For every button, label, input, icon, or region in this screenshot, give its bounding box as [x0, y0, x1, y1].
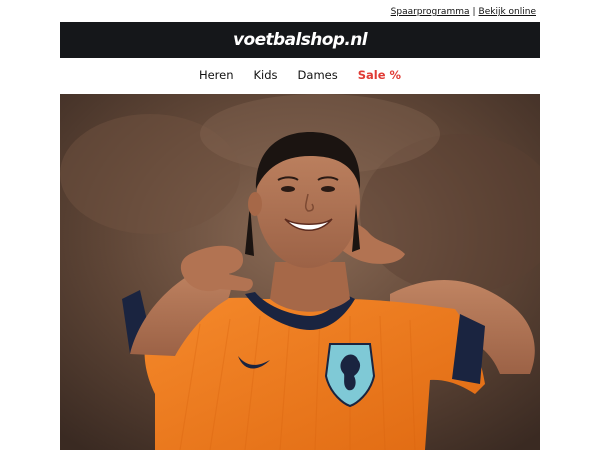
- nav-item-sale[interactable]: Sale %: [358, 68, 401, 82]
- nav-item-dames[interactable]: Dames: [298, 68, 338, 82]
- nav-item-kids[interactable]: Kids: [254, 68, 278, 82]
- savings-program-link[interactable]: Spaarprogramma: [391, 7, 470, 17]
- brand-logo[interactable]: voetbalshop.nl: [233, 30, 368, 50]
- nav-item-heren[interactable]: Heren: [199, 68, 234, 82]
- link-separator: |: [472, 7, 476, 17]
- top-links: Spaarprogramma | Bekijk online: [391, 7, 536, 17]
- hero-image[interactable]: [60, 94, 540, 450]
- brand-header: voetbalshop.nl: [60, 22, 540, 58]
- hero-illustration: [60, 94, 540, 450]
- view-online-link[interactable]: Bekijk online: [479, 7, 536, 17]
- category-nav: Heren Kids Dames Sale %: [0, 68, 600, 82]
